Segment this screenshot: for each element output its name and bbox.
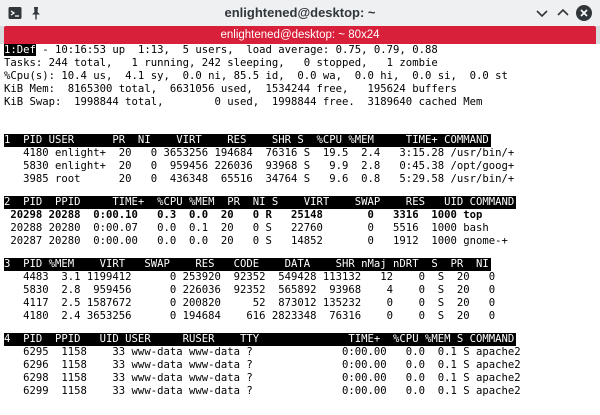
- summary-tasks-line: Tasks: 244 total, 1 running, 242 sleepin…: [4, 57, 438, 69]
- uptime-text: - 10:16:53 up 1:13, 5 users, load averag…: [35, 44, 438, 56]
- window-title: enlightened@desktop: ~: [224, 5, 376, 20]
- terminal-tab[interactable]: enlightened@desktop: ~ 80x24: [4, 26, 596, 44]
- summary-uptime-line: 1:Def - 10:16:53 up 1:13, 5 users, load …: [4, 44, 438, 56]
- terminal-window: enlightened@desktop: ~ enlightened@deskt…: [0, 0, 600, 415]
- panel-4-header: 4 PID PPID UID USER RUSER TTY TIME+ %CPU…: [4, 333, 517, 346]
- panel-1-header: 1 PID USER PR NI VIRT RES SHR S %CPU %ME…: [4, 134, 491, 147]
- table-row: 6299 1158 33 www-data www-data ? 0:00.00…: [4, 385, 521, 397]
- table-row: 4180 enlight+ 20 0 3653256 194684 76316 …: [4, 147, 515, 159]
- panel-3-header: 3 PID %MEM VIRT SWAP RES CODE DATA SHR n…: [4, 258, 491, 271]
- table-row: 4180 2.4 3653256 0 194684 616 2823348 76…: [4, 310, 496, 322]
- terminal-content[interactable]: 1:Def - 10:16:53 up 1:13, 5 users, load …: [0, 44, 600, 415]
- table-row: 6295 1158 33 www-data www-data ? 0:00.00…: [4, 346, 521, 358]
- table-row: 4483 3.1 1199412 0 253920 92352 549428 1…: [4, 271, 496, 283]
- summary-mem-line: KiB Mem: 8165300 total, 6631056 used, 15…: [4, 83, 457, 95]
- table-row: 20298 20288 0:00.10 0.3 0.0 20 0 R 25148…: [4, 209, 483, 221]
- table-row: 6296 1158 33 www-data www-data ? 0:00.00…: [4, 359, 521, 371]
- table-row: 5830 enlight+ 20 0 959456 226036 93968 S…: [4, 160, 515, 172]
- summary-swap-line: KiB Swap: 1998844 total, 0 used, 1998844…: [4, 96, 483, 108]
- chevron-down-icon[interactable]: [534, 5, 550, 21]
- table-row: 6298 1158 33 www-data www-data ? 0:00.00…: [4, 372, 521, 384]
- table-row: 3985 root 20 0 436348 65516 34764 S 9.6 …: [4, 173, 515, 185]
- title-bar[interactable]: enlightened@desktop: ~: [0, 0, 600, 27]
- table-row: 20288 20280 0:00.07 0.0 0.1 20 0 S 22760…: [4, 222, 489, 234]
- tab-bar: enlightened@desktop: ~ 80x24: [0, 26, 600, 44]
- table-row: 5830 2.8 959456 0 226036 92352 565892 93…: [4, 284, 496, 296]
- chevron-up-icon[interactable]: [555, 5, 571, 21]
- panel-2-header: 2 PID PPID TIME+ %CPU %MEM PR NI S VIRT …: [4, 196, 517, 209]
- table-row: 4117 2.5 1587672 0 200820 52 873012 1352…: [4, 297, 496, 309]
- table-row: 20287 20280 0:00.00 0.0 0.0 20 0 S 14852…: [4, 235, 508, 247]
- summary-cpu-line: %Cpu(s): 10.4 us, 4.1 sy, 0.0 ni, 85.5 i…: [4, 70, 508, 82]
- close-icon[interactable]: [576, 5, 592, 21]
